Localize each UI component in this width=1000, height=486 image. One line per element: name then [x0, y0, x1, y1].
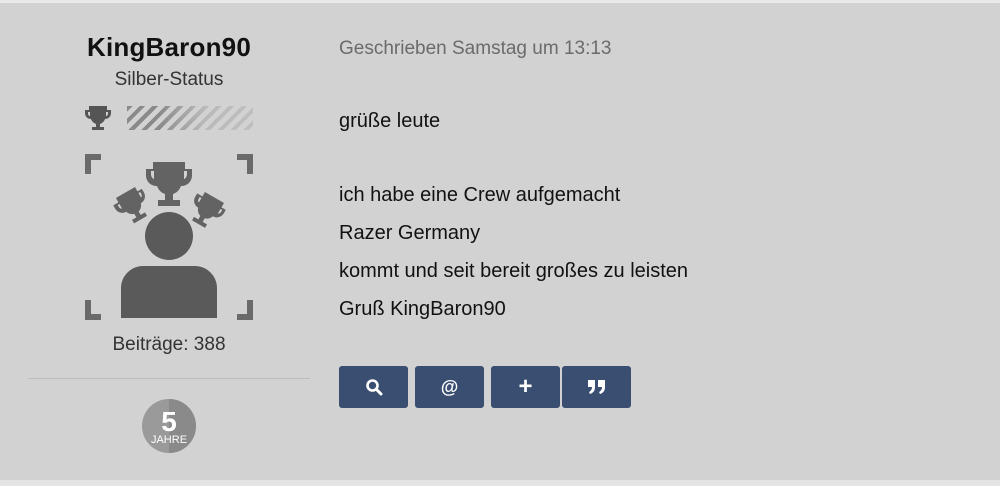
sidebar-divider [28, 378, 310, 379]
post-line-blank [339, 140, 959, 176]
badge-years: 5 [161, 406, 177, 437]
author-username[interactable]: KingBaron90 [28, 30, 310, 64]
badge-unit: JAHRE [151, 434, 187, 446]
search-icon [365, 379, 382, 396]
top-border [0, 0, 1000, 3]
quote-button[interactable] [562, 366, 631, 408]
author-post-count: Beiträge: 388 [112, 334, 226, 355]
post-content: Geschrieben Samstag um 13:13 grüße leute… [339, 36, 959, 328]
bottom-border [0, 480, 1000, 486]
quote-icon [587, 380, 605, 394]
author-rank: Silber-Status [114, 69, 224, 90]
post-line: Razer Germany [339, 222, 481, 244]
post-timestamp[interactable]: Geschrieben Samstag um 13:13 [339, 36, 959, 62]
rank-progress-bar [127, 106, 253, 130]
post-body: grüße leute ich habe eine Crew aufgemach… [339, 102, 959, 328]
membership-badge: 5 JAHRE [142, 399, 196, 453]
post-line: ich habe eine Crew aufgemacht [339, 184, 621, 206]
author-sidebar: KingBaron90 Silber-Status Beiträge: 388 … [28, 30, 310, 453]
trophy-icon [85, 106, 111, 130]
multiquote-button[interactable]: + [491, 366, 560, 408]
avatar[interactable] [83, 152, 255, 322]
post-line: Gruß KingBaron90 [339, 298, 506, 320]
mention-button[interactable]: @ [415, 366, 484, 408]
search-button[interactable] [339, 366, 408, 408]
mention-icon: @ [440, 377, 459, 397]
post-line: kommt und seit bereit großes zu leisten [339, 260, 689, 282]
plus-icon: + [518, 373, 533, 400]
rank-indicator [83, 104, 263, 134]
post-line: grüße leute [339, 110, 441, 132]
